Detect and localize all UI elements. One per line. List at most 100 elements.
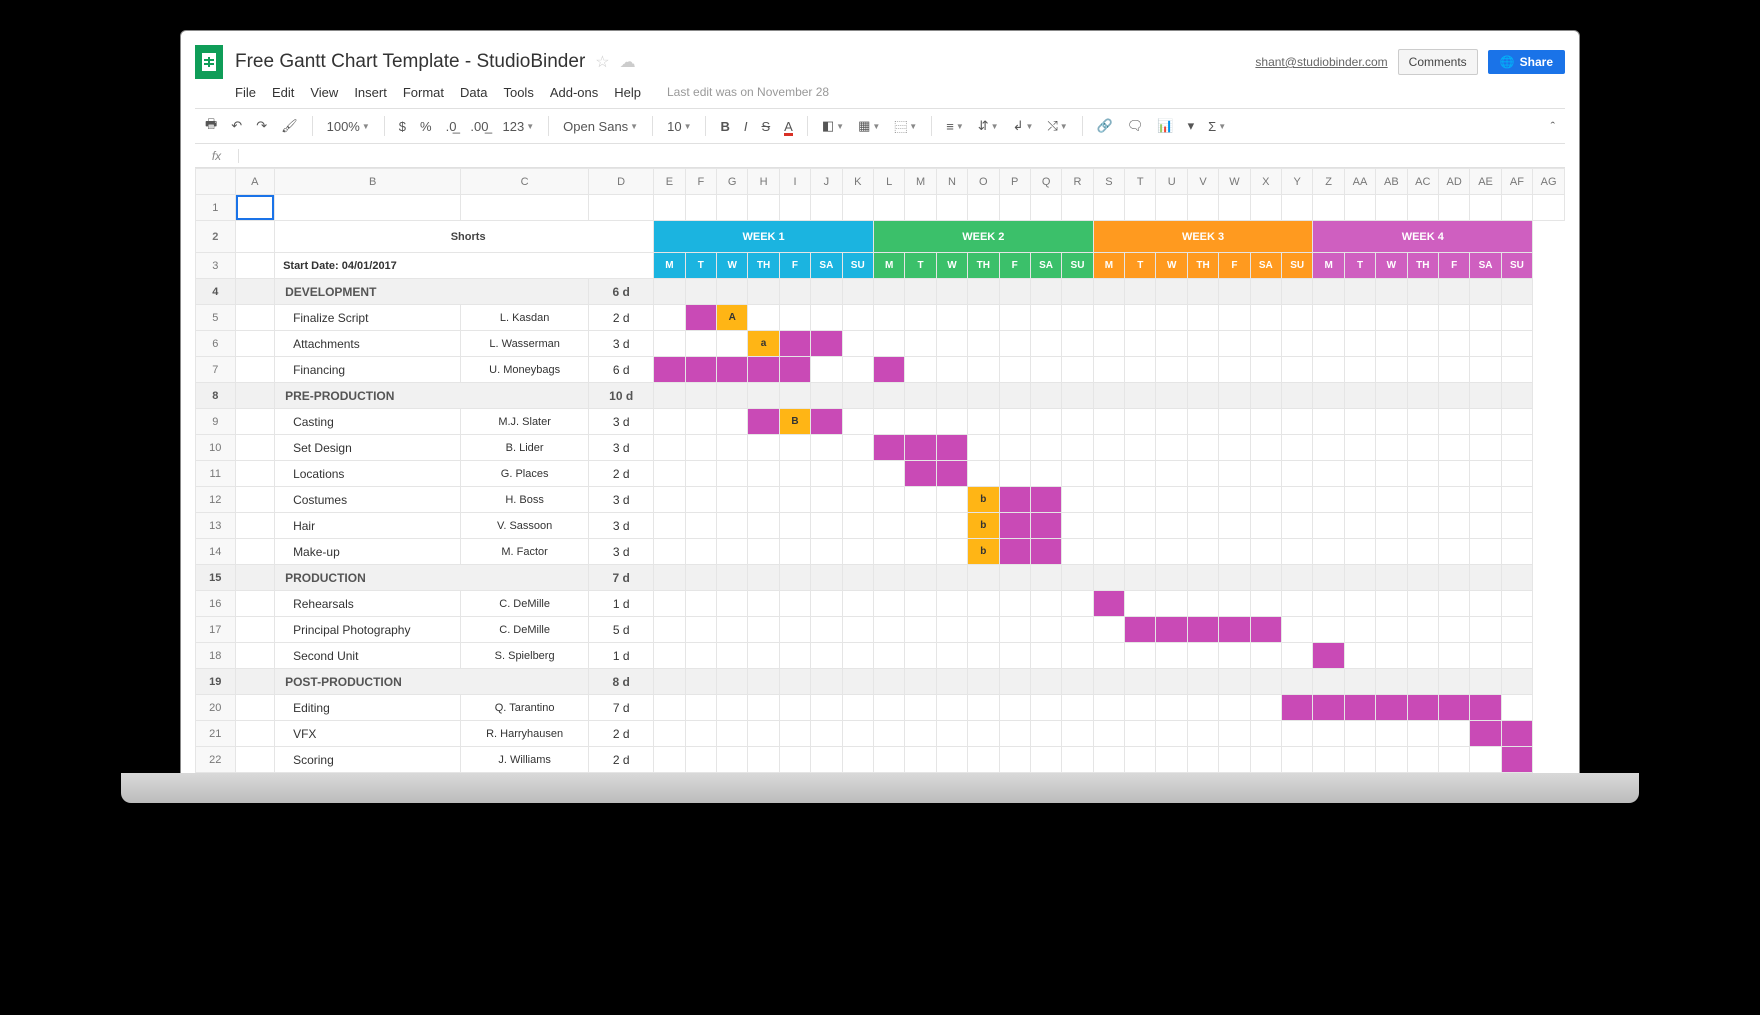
task-duration[interactable]: 3 d: [589, 539, 654, 565]
gantt-cell[interactable]: [968, 461, 999, 487]
gantt-cell[interactable]: [1219, 617, 1250, 643]
gantt-cell[interactable]: [1313, 539, 1344, 565]
gantt-cell[interactable]: [1438, 409, 1469, 435]
gantt-cell[interactable]: [811, 487, 842, 513]
gantt-cell[interactable]: [936, 461, 967, 487]
gantt-cell[interactable]: [1156, 487, 1187, 513]
gantt-cell[interactable]: [654, 461, 685, 487]
gantt-cell[interactable]: [1187, 669, 1218, 695]
gantt-cell[interactable]: [654, 617, 685, 643]
task-name[interactable]: Scoring: [275, 747, 461, 773]
gantt-cell[interactable]: [1219, 565, 1250, 591]
gantt-cell[interactable]: [1407, 617, 1438, 643]
task-duration[interactable]: 2 d: [589, 747, 654, 773]
gantt-cell[interactable]: [1125, 331, 1156, 357]
spreadsheet-grid[interactable]: ABCDEFGHIJKLMNOPQRSTUVWXYZAAABACADAEAFAG…: [195, 168, 1565, 773]
gantt-cell[interactable]: [685, 383, 716, 409]
gantt-cell[interactable]: [1187, 747, 1218, 773]
gantt-cell[interactable]: [1470, 383, 1501, 409]
gantt-cell[interactable]: [1187, 513, 1218, 539]
gantt-cell[interactable]: [717, 383, 748, 409]
gantt-cell[interactable]: [1250, 331, 1281, 357]
gantt-cell[interactable]: [1062, 435, 1093, 461]
gantt-cell[interactable]: [842, 305, 873, 331]
gantt-cell[interactable]: [1313, 487, 1344, 513]
gantt-cell[interactable]: [748, 617, 779, 643]
gantt-cell[interactable]: [1030, 513, 1061, 539]
gantt-cell[interactable]: [1062, 383, 1093, 409]
gantt-cell[interactable]: [1156, 669, 1187, 695]
gantt-cell[interactable]: [685, 435, 716, 461]
gantt-cell[interactable]: [779, 513, 810, 539]
gantt-cell[interactable]: [1470, 591, 1501, 617]
gantt-cell[interactable]: [1470, 539, 1501, 565]
cell[interactable]: [654, 195, 685, 221]
task-duration[interactable]: 3 d: [589, 409, 654, 435]
col-head-A[interactable]: A: [235, 169, 275, 195]
more-formats[interactable]: 123 ▼: [503, 119, 535, 134]
gantt-cell[interactable]: [1313, 513, 1344, 539]
functions-icon[interactable]: Σ ▼: [1208, 119, 1226, 134]
gantt-cell[interactable]: [1062, 461, 1093, 487]
gantt-cell[interactable]: [842, 669, 873, 695]
day-header[interactable]: F: [1219, 253, 1250, 279]
col-head-B[interactable]: B: [275, 169, 461, 195]
gantt-cell[interactable]: [779, 331, 810, 357]
gantt-cell[interactable]: [936, 695, 967, 721]
gantt-cell[interactable]: [1093, 695, 1124, 721]
gantt-cell[interactable]: [811, 279, 842, 305]
cell[interactable]: [717, 195, 748, 221]
wrap-icon[interactable]: ↲ ▼: [1013, 118, 1034, 134]
day-header[interactable]: W: [717, 253, 748, 279]
gantt-cell[interactable]: [1030, 487, 1061, 513]
cell[interactable]: [1533, 195, 1565, 221]
gantt-cell[interactable]: [1093, 331, 1124, 357]
gantt-cell[interactable]: [1030, 383, 1061, 409]
gantt-cell[interactable]: [685, 695, 716, 721]
gantt-cell[interactable]: [654, 565, 685, 591]
section-name[interactable]: POST-PRODUCTION: [275, 669, 589, 695]
gantt-cell[interactable]: [968, 721, 999, 747]
task-owner[interactable]: Q. Tarantino: [461, 695, 589, 721]
gantt-cell[interactable]: [1156, 513, 1187, 539]
gantt-cell[interactable]: [811, 305, 842, 331]
rotate-icon[interactable]: ⤭ ▼: [1047, 118, 1067, 134]
gantt-cell[interactable]: [1313, 279, 1344, 305]
gantt-cell[interactable]: [779, 591, 810, 617]
gantt-cell[interactable]: [1250, 279, 1281, 305]
gantt-cell[interactable]: [1156, 435, 1187, 461]
gantt-cell[interactable]: [905, 279, 936, 305]
task-duration[interactable]: 3 d: [589, 331, 654, 357]
gantt-cell[interactable]: [1062, 487, 1093, 513]
gantt-cell[interactable]: [873, 383, 904, 409]
gantt-cell[interactable]: [811, 435, 842, 461]
gantt-cell[interactable]: [811, 357, 842, 383]
gantt-cell[interactable]: [873, 617, 904, 643]
gantt-cell[interactable]: [1187, 695, 1218, 721]
gantt-cell[interactable]: [748, 591, 779, 617]
gantt-cell[interactable]: [1344, 279, 1375, 305]
gantt-cell[interactable]: [936, 513, 967, 539]
gantt-cell[interactable]: [1282, 461, 1313, 487]
gantt-cell[interactable]: [1219, 539, 1250, 565]
gantt-cell[interactable]: [779, 721, 810, 747]
cell[interactable]: [1250, 195, 1281, 221]
cell[interactable]: [235, 721, 275, 747]
gantt-cell[interactable]: [1219, 357, 1250, 383]
task-duration[interactable]: 2 d: [589, 721, 654, 747]
gantt-cell[interactable]: [654, 357, 685, 383]
day-header[interactable]: T: [1125, 253, 1156, 279]
gantt-cell[interactable]: [1282, 409, 1313, 435]
gantt-cell[interactable]: [1470, 695, 1501, 721]
day-header[interactable]: SA: [1030, 253, 1061, 279]
gantt-cell[interactable]: [1501, 721, 1532, 747]
gantt-cell[interactable]: [1438, 461, 1469, 487]
task-name[interactable]: Editing: [275, 695, 461, 721]
gantt-cell[interactable]: [1125, 669, 1156, 695]
gantt-cell[interactable]: [1407, 461, 1438, 487]
gantt-cell[interactable]: [779, 487, 810, 513]
gantt-cell[interactable]: [1282, 331, 1313, 357]
gantt-cell[interactable]: [1344, 539, 1375, 565]
account-email[interactable]: shant@studiobinder.com: [1255, 55, 1387, 69]
gantt-cell[interactable]: [685, 721, 716, 747]
